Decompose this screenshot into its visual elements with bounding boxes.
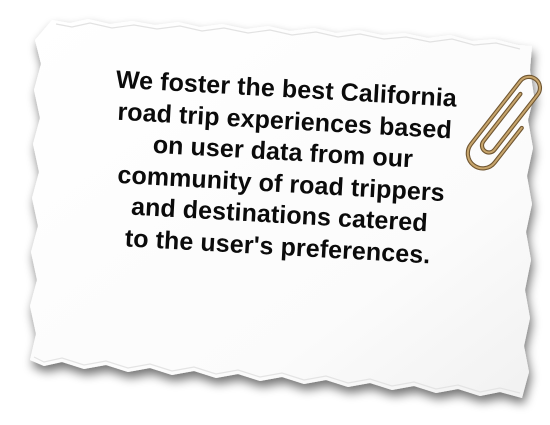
torn-paper-scene: We foster the best California road trip … [0, 0, 550, 425]
paperclip-icon [465, 74, 543, 171]
